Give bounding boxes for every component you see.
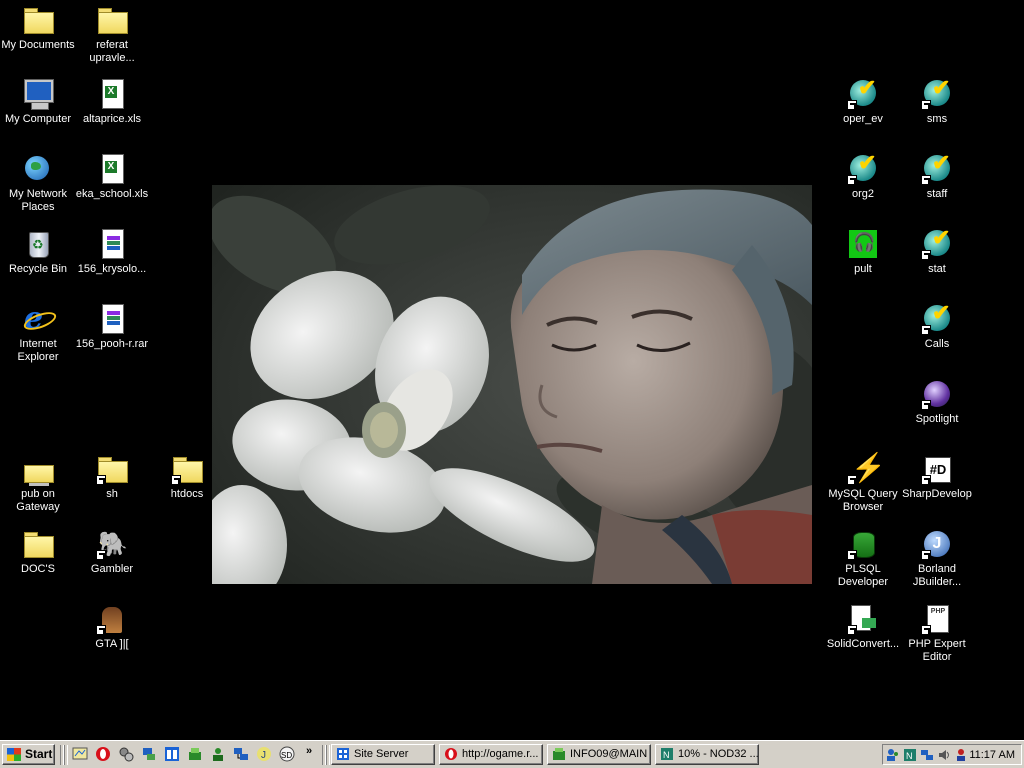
desktop-icon-pult[interactable]: pult (825, 226, 901, 276)
excel-file-icon: X (102, 79, 124, 109)
network-folder-icon (24, 465, 54, 486)
task-button-opera-ogame[interactable]: http://ogame.r... (439, 744, 543, 765)
terminal-icon (553, 748, 565, 760)
desktop-icon-sharpdevelop[interactable]: #D SharpDevelop (899, 451, 975, 501)
desktop-icon-stat[interactable]: stat (899, 225, 975, 276)
folder-icon (98, 12, 128, 34)
desktop-icon-internet-explorer[interactable]: e Internet Explorer (0, 301, 76, 364)
desktop-wallpaper (212, 185, 812, 584)
desktop-icon-my-documents[interactable]: My Documents (0, 2, 76, 52)
person-tray-icon[interactable] (954, 748, 968, 762)
folder-icon (24, 12, 54, 34)
opera-icon[interactable] (95, 746, 111, 762)
desktop-icon-calls[interactable]: Calls (899, 300, 975, 351)
computer-icon (25, 80, 53, 102)
task-button-nod32[interactable]: N 10% - NOD32 ... (655, 744, 759, 765)
excel-file-icon: X (102, 154, 124, 184)
volume-icon[interactable] (937, 748, 951, 762)
shortcut-arrow-icon (921, 475, 931, 485)
desktop-icon-pub-on-gateway[interactable]: pub on Gateway (0, 451, 76, 514)
network-tray-icon[interactable] (920, 748, 934, 762)
network-tool-icon[interactable] (141, 746, 157, 762)
svg-text:N: N (906, 751, 913, 761)
shortcut-arrow-icon (96, 625, 106, 635)
wallpaper-image (212, 185, 812, 584)
desktop-icon-gambler[interactable]: 🐘 Gambler (74, 526, 150, 576)
toolbar-grip (326, 745, 330, 765)
jbuilder-quick-icon[interactable]: J (256, 746, 272, 762)
desktop-icon-156-krysolo[interactable]: 156_krysolo... (74, 226, 150, 276)
desktop-icon-plsql-developer[interactable]: PLSQL Developer (825, 526, 901, 589)
svg-text:N: N (663, 750, 670, 760)
shortcut-arrow-icon (96, 550, 106, 560)
desktop-icon-my-computer[interactable]: My Computer (0, 76, 76, 126)
desktop-icon-156-pooh[interactable]: 156_pooh-r.rar (74, 301, 150, 351)
shortcut-arrow-icon (921, 625, 931, 635)
rar-archive-icon (102, 229, 124, 259)
shortcut-arrow-icon (847, 100, 857, 110)
system-tray: N 11:17 AM (882, 744, 1022, 765)
show-desktop-icon[interactable] (72, 746, 88, 762)
shortcut-arrow-icon (96, 475, 106, 485)
desktop-icon-docs[interactable]: DOC'S (0, 526, 76, 576)
shortcut-arrow-icon (847, 475, 857, 485)
headset-icon (849, 230, 877, 258)
task-button-site-server[interactable]: Site Server (331, 744, 435, 765)
rar-archive-icon (102, 304, 124, 334)
desktop-icon-solidconverter[interactable]: SolidConvert... (825, 601, 901, 651)
desktop-icon-php-expert-editor[interactable]: PHP PHP Expert Editor (899, 601, 975, 664)
windows-logo-icon (7, 748, 21, 761)
internet-explorer-icon: e (24, 301, 44, 336)
toolbar-grip (64, 745, 68, 765)
shortcut-arrow-icon (921, 400, 931, 410)
desktop-icon-altaprice[interactable]: X altaprice.xls (74, 76, 150, 126)
folder-icon (24, 536, 54, 558)
desktop-icon-my-network-places[interactable]: My Network Places (0, 151, 76, 214)
desktop-icon-eka-school[interactable]: X eka_school.xls (74, 151, 150, 201)
network-computers-icon[interactable] (233, 746, 249, 762)
shortcut-arrow-icon (921, 175, 931, 185)
network-icon (25, 156, 49, 180)
window-manager-icon[interactable] (164, 746, 180, 762)
desktop-icon-sms[interactable]: sms (899, 75, 975, 126)
desktop-icon-oper-ev[interactable]: oper_ev (825, 75, 901, 126)
quick-launch-overflow-chevron[interactable]: » (306, 745, 312, 757)
desktop-icon-recycle-bin[interactable]: Recycle Bin (0, 226, 76, 276)
shortcut-arrow-icon (847, 175, 857, 185)
shortcut-arrow-icon (921, 550, 931, 560)
sharpdevelop-quick-icon[interactable]: SD (279, 746, 295, 762)
shortcut-arrow-icon (847, 625, 857, 635)
start-button[interactable]: Start (2, 744, 55, 765)
svg-text:SD: SD (281, 751, 292, 760)
desktop-icon-staff[interactable]: staff (899, 150, 975, 201)
desktop-icon-borland-jbuilder[interactable]: J Borland JBuilder... (899, 526, 975, 589)
users-tray-icon[interactable] (886, 748, 900, 762)
clock[interactable]: 11:17 AM (969, 748, 1015, 762)
shortcut-arrow-icon (171, 475, 181, 485)
desktop-icon-org2[interactable]: org2 (825, 150, 901, 201)
desktop-icon-referat[interactable]: referat upravle... (74, 2, 150, 65)
antivirus-tray-icon[interactable]: N (903, 748, 917, 762)
svg-text:J: J (261, 750, 266, 761)
desktop-icon-mysql-query-browser[interactable]: ⚡ MySQL Query Browser (825, 451, 901, 514)
desktop-icon-spotlight[interactable]: Spotlight (899, 376, 975, 426)
taskbar: Start J SD » Site Server http://ogame.r.… (0, 740, 1024, 768)
app-icon-people[interactable] (210, 746, 226, 762)
shortcut-arrow-icon (921, 325, 931, 335)
nod32-icon: N (661, 748, 673, 760)
task-button-info09[interactable]: INFO09@MAIN (547, 744, 651, 765)
shortcut-arrow-icon (921, 100, 931, 110)
desktop-icon-sh[interactable]: sh (74, 451, 150, 501)
settings-gears-icon[interactable] (118, 746, 134, 762)
app-icon-green[interactable] (187, 746, 203, 762)
site-server-icon (337, 748, 349, 760)
recycle-bin-icon (29, 232, 49, 258)
shortcut-arrow-icon (847, 550, 857, 560)
opera-icon (445, 748, 457, 760)
desktop-icon-gta[interactable]: GTA ]|[ (74, 601, 150, 651)
shortcut-arrow-icon (921, 250, 931, 260)
